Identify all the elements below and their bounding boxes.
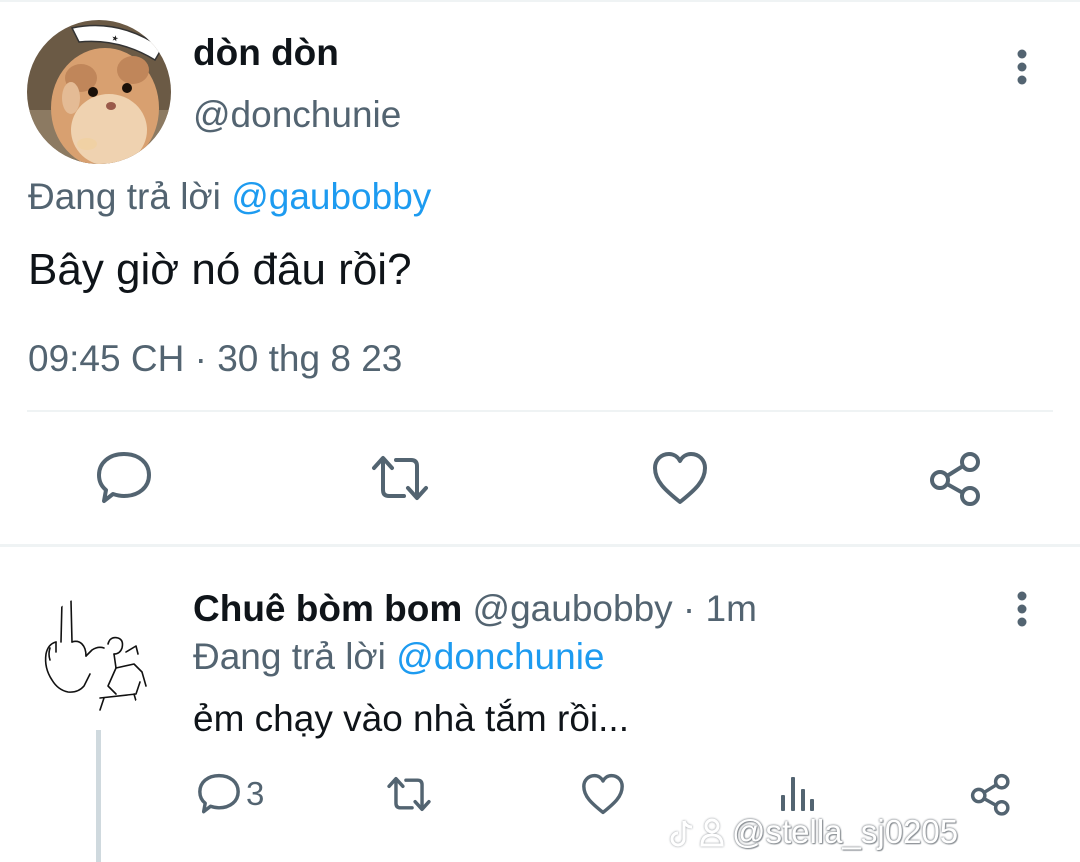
reply-handle[interactable]: @gaubobby — [473, 588, 673, 629]
reply-more-options-icon[interactable] — [1004, 588, 1040, 632]
reply-replying-to-mention[interactable]: @donchunie — [396, 636, 604, 677]
reply-time[interactable]: · 1m — [673, 588, 757, 629]
replying-to-line: Đang trả lời @gaubobby — [28, 176, 431, 218]
watermark-username: @stella_sj0205 — [732, 813, 959, 850]
views-icon[interactable] — [774, 771, 820, 817]
reply-replying-to-line: Đang trả lời @donchunie — [193, 636, 605, 678]
section-separator — [0, 544, 1080, 547]
tiktok-logo-icon — [670, 818, 724, 847]
reply-tweet-text: ẻm chạy vào nhà tắm rồi... — [193, 698, 629, 739]
reply-header: Chuê bòm bom @gaubobby · 1m — [193, 588, 757, 630]
retweet-icon[interactable] — [370, 448, 430, 508]
more-options-icon[interactable] — [1004, 46, 1040, 90]
reply-comment-icon[interactable] — [196, 771, 242, 817]
divider — [27, 410, 1053, 412]
tweet-timestamp[interactable]: 09:45 CH · 30 thg 8 23 — [28, 338, 402, 380]
reply-avatar[interactable] — [38, 594, 158, 714]
share-icon[interactable] — [926, 448, 986, 508]
reply-retweet-icon[interactable] — [386, 771, 432, 817]
thread-line — [96, 730, 101, 862]
tweet-text: Bây giờ nó đâu rồi? — [28, 245, 412, 294]
display-name[interactable]: dòn dòn — [193, 32, 339, 74]
replying-to-mention[interactable]: @gaubobby — [231, 176, 431, 217]
top-divider — [0, 0, 1080, 2]
middle-finger-sketch-image — [44, 597, 147, 711]
hamster-avatar-image: ★ — [27, 20, 171, 164]
replying-to-label: Đang trả lời — [28, 176, 221, 217]
reply-share-icon[interactable] — [968, 771, 1014, 817]
reply-replying-to-label: Đang trả lời — [193, 636, 386, 677]
username-handle[interactable]: @donchunie — [193, 94, 401, 136]
reply-like-icon[interactable] — [580, 771, 626, 817]
reply-count: 3 — [246, 775, 265, 812]
reply-icon[interactable] — [94, 448, 154, 508]
avatar[interactable]: ★ — [27, 20, 171, 164]
watermark-icons — [668, 815, 728, 851]
reply-display-name[interactable]: Chuê bòm bom — [193, 588, 462, 629]
like-icon[interactable] — [650, 448, 710, 508]
